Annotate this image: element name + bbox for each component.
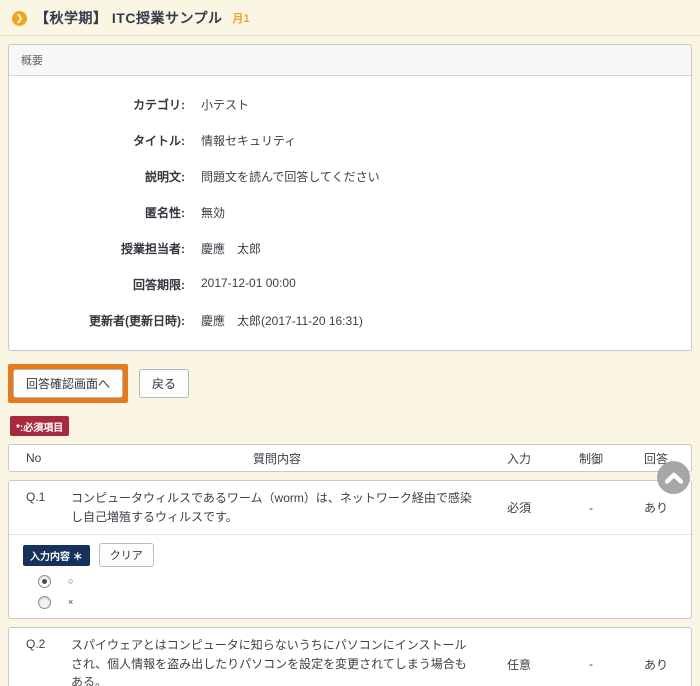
chevron-up-icon <box>665 472 683 484</box>
page-header: ❯ 【秋学期】 ITC授業サンプル 月1 <box>0 0 700 36</box>
required-fields-badge: *:必須項目 <box>10 416 69 436</box>
annotation-highlight-box: 回答確認画面へ <box>8 364 128 403</box>
field-value: 情報セキュリティ <box>201 132 296 149</box>
field-value: 慶應 太郎 <box>201 240 261 257</box>
field-label: 授業担当者: <box>9 240 201 257</box>
field-row-anonymity: 匿名性: 無効 <box>9 194 691 230</box>
field-row-instructor: 授業担当者: 慶應 太郎 <box>9 230 691 266</box>
field-label: 匿名性: <box>9 204 201 221</box>
radio-button-maru[interactable] <box>38 575 51 588</box>
question-answer-status: あり <box>627 656 685 673</box>
top-actions: 回答確認画面へ 戻る <box>8 364 692 403</box>
radio-option-row: ○ <box>38 574 677 588</box>
question-text: コンピュータウィルスであるワーム（worm）は、ネットワーク経由で感染し自己増殖… <box>71 489 483 526</box>
input-content-badge: 入力内容 ＊ <box>23 545 90 566</box>
question-control: - <box>555 501 627 515</box>
radio-option-label: × <box>68 597 73 607</box>
course-period-label: 月1 <box>233 10 250 26</box>
column-header-no: No <box>9 451 71 465</box>
field-label: カテゴリ: <box>9 96 201 113</box>
overview-panel-body: カテゴリ: 小テスト タイトル: 情報セキュリティ 説明文: 問題文を読んで回答… <box>9 76 691 350</box>
column-header-input: 入力 <box>483 450 555 467</box>
radio-button-batsu[interactable] <box>38 596 51 609</box>
field-value: 慶應 太郎(2017-11-20 16:31) <box>201 312 363 329</box>
field-value: 小テスト <box>201 96 249 113</box>
question-number: Q.2 <box>9 636 71 651</box>
question-input-type: 必須 <box>483 499 555 516</box>
question-block-1: Q.1 コンピュータウィルスであるワーム（worm）は、ネットワーク経由で感染し… <box>8 480 692 619</box>
field-label: 回答期限: <box>9 276 201 293</box>
question-row: Q.1 コンピュータウィルスであるワーム（worm）は、ネットワーク経由で感染し… <box>9 481 691 535</box>
overview-panel-title: 概要 <box>9 45 691 76</box>
question-table-header: No 質問内容 入力 制御 回答 <box>8 444 692 472</box>
question-row: Q.2 スパイウェアとはコンピュータに知らないうちにパソコンにインストールされ、… <box>9 628 691 686</box>
question-input-type: 任意 <box>483 656 555 673</box>
question-number: Q.1 <box>9 489 71 504</box>
clear-button[interactable]: クリア <box>99 543 154 567</box>
field-value: 無効 <box>201 204 225 221</box>
answer-input-area: 入力内容 ＊ クリア ○ × <box>9 535 691 618</box>
input-badge-row: 入力内容 ＊ クリア <box>23 543 677 567</box>
field-value: 2017-12-01 00:00 <box>201 276 296 290</box>
field-row-title: タイトル: 情報セキュリティ <box>9 122 691 158</box>
field-label: 説明文: <box>9 168 201 185</box>
scroll-to-top-button[interactable] <box>657 461 690 494</box>
question-control: - <box>555 657 627 671</box>
column-header-question: 質問内容 <box>71 450 483 467</box>
chevron-right-circle-icon: ❯ <box>12 11 27 26</box>
field-label: タイトル: <box>9 132 201 149</box>
confirm-answers-button[interactable]: 回答確認画面へ <box>13 369 123 398</box>
overview-panel: 概要 カテゴリ: 小テスト タイトル: 情報セキュリティ 説明文: 問題文を読ん… <box>8 44 692 351</box>
question-block-2: Q.2 スパイウェアとはコンピュータに知らないうちにパソコンにインストールされ、… <box>8 627 692 686</box>
field-value: 問題文を読んで回答してください <box>201 168 380 185</box>
column-header-control: 制御 <box>555 450 627 467</box>
back-button[interactable]: 戻る <box>139 369 189 398</box>
field-row-updated-by: 更新者(更新日時): 慶應 太郎(2017-11-20 16:31) <box>9 302 691 338</box>
field-label: 更新者(更新日時): <box>9 312 201 329</box>
field-row-description: 説明文: 問題文を読んで回答してください <box>9 158 691 194</box>
field-row-category: カテゴリ: 小テスト <box>9 86 691 122</box>
radio-option-row: × <box>38 595 677 609</box>
page-title: 【秋学期】 ITC授業サンプル <box>35 8 223 28</box>
question-answer-status: あり <box>627 499 685 516</box>
field-row-deadline: 回答期限: 2017-12-01 00:00 <box>9 266 691 302</box>
question-text: スパイウェアとはコンピュータに知らないうちにパソコンにインストールされ、個人情報… <box>71 636 483 686</box>
radio-option-label: ○ <box>68 576 73 586</box>
